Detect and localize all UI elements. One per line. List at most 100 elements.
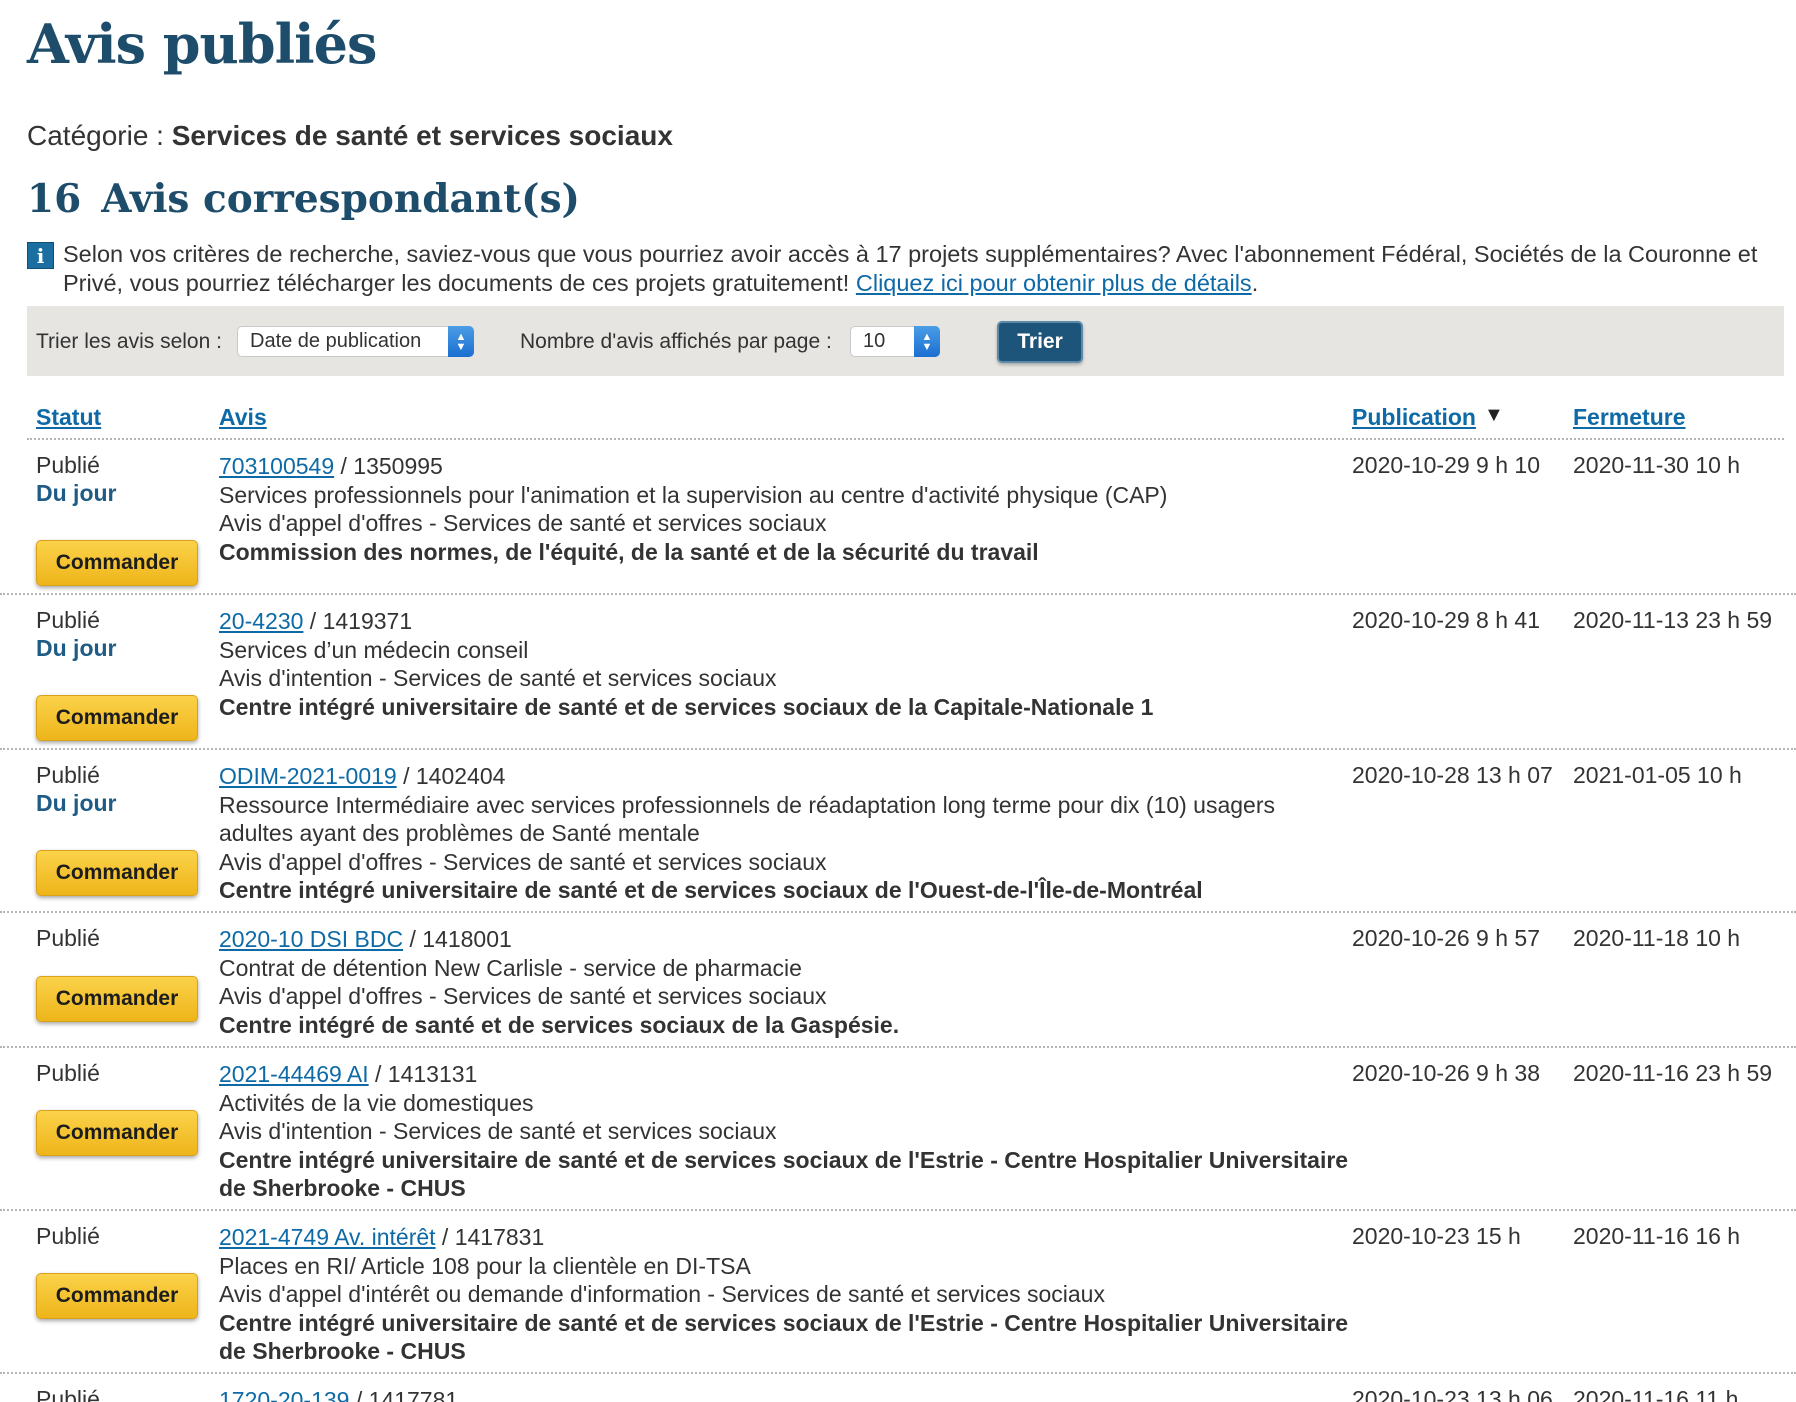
commander-button[interactable]: Commander: [36, 695, 198, 741]
notice-title: Services professionnels pour l'animation…: [219, 481, 1168, 508]
notice-organization: Centre intégré universitaire de santé et…: [219, 877, 1203, 903]
closing-date: 2020-11-13 23 h 59: [1573, 607, 1773, 633]
info-icon: i: [27, 242, 54, 269]
sort-by-value: Date de publication: [250, 330, 422, 352]
closing-date: 2020-11-18 10 h: [1573, 925, 1741, 951]
closing-date: 2020-11-16 11 h: [1573, 1386, 1739, 1402]
notice-title: Ressource Intermédiaire avec services pr…: [219, 791, 1275, 847]
notice-details: 2021-44469 AI / 1413131 Activités de la …: [219, 1060, 1349, 1203]
notice-type: Avis d'appel d'offres - Services de sant…: [219, 510, 827, 536]
publication-date: 2020-10-23 15 h: [1352, 1223, 1521, 1249]
table-row: Publié Du jour Commander 703100549 / 135…: [0, 440, 1796, 595]
publication-date: 2020-10-29 9 h 10: [1352, 452, 1540, 478]
select-arrows-icon: ▲ ▼: [448, 326, 474, 357]
notice-organization: Centre intégré universitaire de santé et…: [219, 1146, 1349, 1202]
notice-type: Avis d'intention - Services de santé et …: [219, 665, 777, 691]
category-value: Services de santé et services sociaux: [171, 120, 673, 151]
notice-number: / 1417781: [349, 1387, 459, 1402]
notice-organization: Centre intégré de santé et de services s…: [219, 1011, 900, 1038]
commander-button[interactable]: Commander: [36, 540, 198, 586]
details-link[interactable]: Cliquez ici pour obtenir plus de détails: [856, 270, 1252, 296]
notice-title: Activités de la vie domestiques: [219, 1089, 534, 1116]
sort-button[interactable]: Trier: [997, 321, 1083, 363]
status-text: Publié: [36, 452, 100, 478]
publication-date: 2020-10-29 8 h 41: [1352, 607, 1540, 633]
notice-ref-link[interactable]: 2020-10 DSI BDC: [219, 926, 403, 952]
info-notice: i Selon vos critères de recherche, savie…: [27, 240, 1787, 298]
publication-date: 2020-10-28 13 h 07: [1352, 762, 1553, 788]
notice-type: Avis d'appel d'offres - Services de sant…: [219, 848, 827, 875]
notice-organization: Centre intégré universitaire de santé et…: [219, 1309, 1349, 1365]
commander-button[interactable]: Commander: [36, 1273, 198, 1319]
notice-number: / 1417831: [435, 1224, 545, 1250]
sort-by-label: Trier les avis selon :: [36, 330, 222, 353]
notice-ref-link[interactable]: 703100549: [219, 453, 334, 479]
notice-ref-link[interactable]: 1720-20-139: [219, 1387, 349, 1402]
notice-organization: Centre intégré universitaire de santé et…: [219, 693, 1154, 720]
info-text-wrap: Selon vos critères de recherche, saviez-…: [63, 240, 1787, 298]
status-text: Publié: [36, 925, 100, 951]
table-row: Publié Du jour Commander 20-4230 / 14193…: [0, 595, 1796, 750]
notice-title: Places en RI/ Article 108 pour la client…: [219, 1252, 751, 1279]
select-arrows-icon: ▲ ▼: [914, 326, 940, 357]
publication-date: 2020-10-26 9 h 38: [1352, 1060, 1540, 1086]
notice-details: 20-4230 / 1419371 Services d’un médecin …: [219, 607, 1349, 721]
status-text: Publié: [36, 1386, 100, 1402]
table-row: Publié Du jour Commander ODIM-2021-0019 …: [0, 750, 1796, 913]
notice-details: 1720-20-139 / 1417781: [219, 1386, 1349, 1402]
sort-bar: Trier les avis selon : Date de publicati…: [27, 306, 1784, 376]
closing-date: 2020-11-16 23 h 59: [1573, 1060, 1773, 1086]
notice-details: 703100549 / 1350995 Services professionn…: [219, 452, 1349, 566]
column-header-publication[interactable]: Publication: [1352, 404, 1476, 431]
sort-descending-icon: ▼: [1484, 404, 1504, 426]
notice-number: / 1350995: [334, 453, 443, 479]
notice-ref-link[interactable]: 20-4230: [219, 608, 303, 634]
column-header-statut[interactable]: Statut: [36, 404, 101, 431]
closing-date: 2020-11-30 10 h: [1573, 452, 1741, 478]
status-text: Publié: [36, 1060, 100, 1086]
notice-number: / 1413131: [368, 1061, 478, 1087]
sort-by-select[interactable]: Date de publication ▲ ▼: [237, 326, 474, 357]
status-text: Publié: [36, 607, 100, 633]
info-trailing: .: [1251, 270, 1259, 296]
status-badge: Du jour: [36, 635, 117, 661]
notice-ref-link[interactable]: ODIM-2021-0019: [219, 763, 397, 789]
status-text: Publié: [36, 762, 100, 788]
column-header-avis[interactable]: Avis: [219, 404, 267, 431]
per-page-value: 10: [863, 330, 886, 352]
notice-type: Avis d'intention - Services de santé et …: [219, 1118, 777, 1144]
page-title: Avis publiés: [27, 12, 377, 76]
status-text: Publié: [36, 1223, 100, 1249]
notice-number: / 1419371: [303, 608, 413, 634]
results-list: Publié Du jour Commander 703100549 / 135…: [0, 440, 1796, 1402]
notice-number: / 1402404: [396, 763, 506, 789]
publication-date: 2020-10-26 9 h 57: [1352, 925, 1540, 951]
category-line: Catégorie : Services de santé et service…: [27, 120, 673, 152]
per-page-label: Nombre d'avis affichés par page :: [520, 330, 832, 353]
table-row: Publié 1720-20-139 / 1417781 2020-10-23 …: [0, 1374, 1796, 1402]
results-count-heading: 16 Avis correspondant(s): [27, 176, 580, 222]
notice-details: 2020-10 DSI BDC / 1418001 Contrat de dét…: [219, 925, 1349, 1039]
notice-title: Services d’un médecin conseil: [219, 636, 529, 663]
results-count: 16: [27, 176, 82, 222]
results-count-label: Avis correspondant(s): [101, 176, 581, 222]
notice-details: 2021-4749 Av. intérêt / 1417831 Places e…: [219, 1223, 1349, 1366]
status-badge: Du jour: [36, 480, 117, 506]
commander-button[interactable]: Commander: [36, 976, 198, 1022]
per-page-select[interactable]: 10 ▲ ▼: [850, 326, 940, 357]
notice-ref-link[interactable]: 2021-44469 AI: [219, 1061, 369, 1087]
notice-title: Contrat de détention New Carlisle - serv…: [219, 954, 802, 981]
notice-type: Avis d'appel d'intérêt ou demande d'info…: [219, 1281, 1105, 1307]
table-row: Publié Commander 2021-44469 AI / 1413131…: [0, 1048, 1796, 1211]
status-badge: Du jour: [36, 790, 117, 816]
notice-ref-link[interactable]: 2021-4749 Av. intérêt: [219, 1224, 436, 1250]
commander-button[interactable]: Commander: [36, 1110, 198, 1156]
closing-date: 2020-11-16 16 h: [1573, 1223, 1741, 1249]
category-label: Catégorie :: [27, 120, 164, 151]
commander-button[interactable]: Commander: [36, 850, 198, 896]
column-header-fermeture[interactable]: Fermeture: [1573, 404, 1685, 431]
closing-date: 2021-01-05 10 h: [1573, 762, 1742, 788]
publication-date: 2020-10-23 13 h 06: [1352, 1386, 1553, 1402]
table-row: Publié Commander 2021-4749 Av. intérêt /…: [0, 1211, 1796, 1374]
notice-type: Avis d'appel d'offres - Services de sant…: [219, 983, 827, 1009]
